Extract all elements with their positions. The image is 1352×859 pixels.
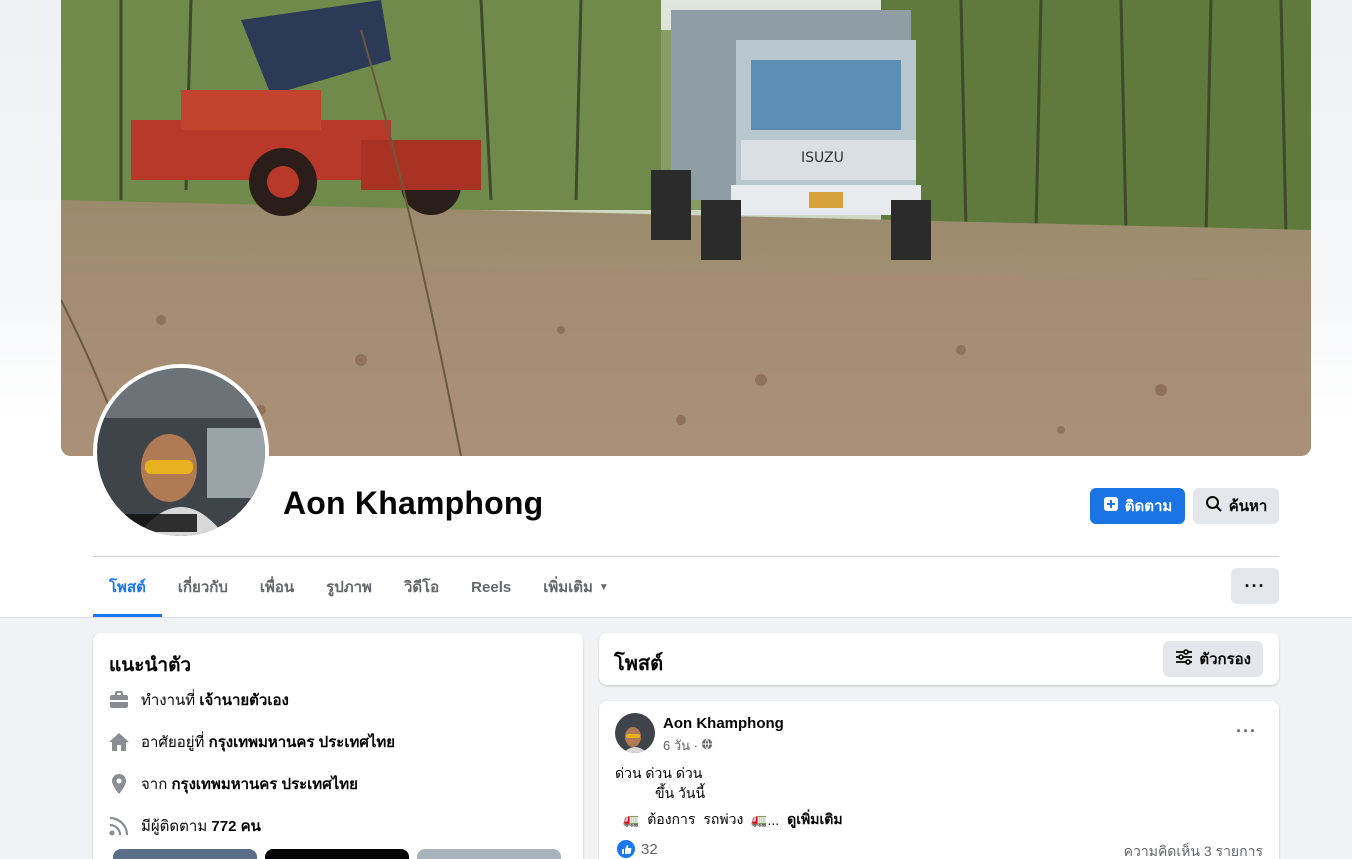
tab-videos[interactable]: วิดีโอ [388,557,455,617]
avatar-image [97,368,265,536]
tab-posts[interactable]: โพสต์ [93,557,162,617]
caret-down-icon: ▼ [598,581,609,593]
profile-name: Aon Khamphong [283,485,544,521]
filter-button-label: ตัวกรอง [1199,651,1251,668]
tab-about-label: เกี่ยวกับ [177,579,228,596]
like-icon [617,840,635,858]
post-text-ellipsis: ... [767,812,780,828]
intro-lives-prefix: อาศัยอยู่ที่ [141,734,205,751]
post-text: ด่วน ด่วน ด่วน ขึ้น วันนี้ [615,763,705,803]
post-author-avatar[interactable] [615,713,655,753]
profile-tabs: โพสต์ เกี่ยวกับ เพื่อน รูปภาพ วิดีโอ Ree… [93,557,625,617]
posts-title: โพสต์ [614,653,664,675]
intro-work: ทำงานที่ เจ้านายตัวเอง [109,688,289,712]
tab-reels-label: Reels [471,578,512,596]
briefcase-icon [109,690,129,710]
intro-followers-prefix: มีผู้ติดตาม [141,818,208,835]
tab-reels[interactable]: Reels [455,557,527,617]
intro-title: แนะนำตัว [109,655,192,676]
see-more-link[interactable]: ดูเพิ่มเติม [787,809,842,831]
likes-count: 32 [641,840,658,858]
intro-from: จาก กรุงเทพมหานคร ประเทศไทย [109,772,358,796]
follow-button-label: ติดตาม [1124,498,1173,515]
featured-item[interactable] [113,849,257,859]
truck-icon: 🚛 [751,812,768,827]
tab-more-label: เพิ่มเติม [543,579,593,596]
intro-from-prefix: จาก [141,776,168,793]
intro-from-value[interactable]: กรุงเทพมหานคร ประเทศไทย [171,776,357,793]
plus-icon [1103,496,1119,516]
intro-card: แนะนำตัว ทำงานที่ เจ้านายตัวเอง อาศัยอยู… [93,633,583,859]
search-button-label: ค้นหา [1228,498,1268,515]
featured-strip [113,849,561,859]
featured-item[interactable] [265,849,409,859]
intro-work-prefix: ทำงานที่ [141,692,196,709]
posts-header-card: โพสต์ ตัวกรอง [599,633,1279,685]
globe-icon [701,738,713,753]
post-text-want: ต้องการ [647,811,696,827]
svg-text:ISUZU: ISUZU [801,150,844,166]
tab-photos-label: รูปภาพ [326,579,372,596]
follow-button[interactable]: ติดตาม [1090,488,1185,524]
intro-followers: มีผู้ติดตาม 772 คน [109,814,261,838]
post-time[interactable]: 6 วัน · [663,735,698,756]
comments-count-link[interactable]: ความคิดเห็น 3 รายการ [1124,841,1263,859]
post-author-name[interactable]: Aon Khamphong [663,715,784,732]
location-pin-icon [109,774,129,794]
post-text-line3: 🚛 ต้องการ รถพ่วง 🚛... ดูเพิ่มเติม [623,809,843,831]
intro-work-value[interactable]: เจ้านายตัวเอง [199,692,288,709]
tab-friends[interactable]: เพื่อน [244,557,310,617]
search-icon [1205,495,1223,517]
filter-button[interactable]: ตัวกรอง [1163,641,1263,677]
filter-icon [1175,649,1193,669]
post-text-line1: ด่วน ด่วน ด่วน [615,765,703,781]
post-card: Aon Khamphong 6 วัน · ··· ด่วน ด่วน ด่วน… [599,701,1279,859]
post-reactions[interactable]: 32 [617,840,658,858]
tab-about[interactable]: เกี่ยวกับ [162,557,244,617]
cover-photo-image: ISUZU [61,0,1311,456]
post-text-line2: ขึ้น วันนี้ [655,785,706,801]
tab-photos[interactable]: รูปภาพ [310,557,388,617]
tab-more[interactable]: เพิ่มเติม ▼ [527,557,625,617]
post-text-trailer: รถพ่วง [703,811,744,827]
featured-item[interactable] [417,849,561,859]
profile-more-button[interactable]: ··· [1231,568,1279,604]
post-meta: 6 วัน · [663,735,713,756]
tab-videos-label: วิดีโอ [403,579,440,596]
tab-friends-label: เพื่อน [259,579,295,596]
rss-icon [109,816,129,836]
cover-photo[interactable]: ISUZU [61,0,1311,456]
intro-followers-value[interactable]: 772 คน [211,818,260,835]
search-button[interactable]: ค้นหา [1193,488,1279,524]
truck-icon: 🚛 [623,812,640,827]
post-options-button[interactable]: ··· [1236,721,1257,742]
profile-avatar[interactable] [93,364,269,540]
tab-posts-label: โพสต์ [109,579,146,596]
intro-lives: อาศัยอยู่ที่ กรุงเทพมหานคร ประเทศไทย [109,730,395,754]
intro-lives-value[interactable]: กรุงเทพมหานคร ประเทศไทย [209,734,395,751]
home-icon [109,732,129,752]
